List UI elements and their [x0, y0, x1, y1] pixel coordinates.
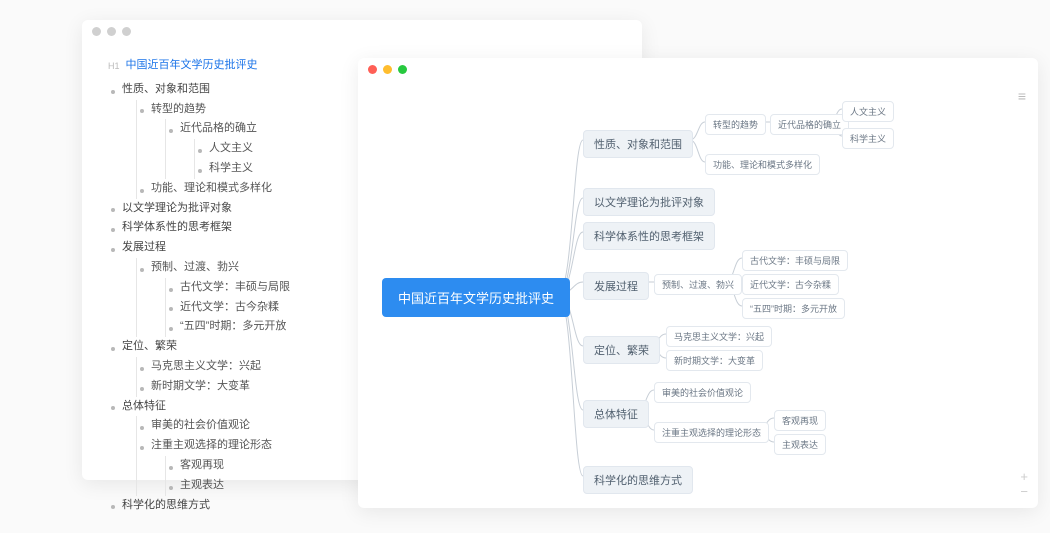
- mindmap-node[interactable]: “五四”时期：多元开放: [742, 298, 845, 319]
- mindmap-canvas[interactable]: ≡ +−: [358, 80, 1038, 508]
- mindmap-node-thinking[interactable]: 科学化的思维方式: [583, 466, 693, 494]
- outline-titlebar: [82, 20, 642, 42]
- traffic-light-min-icon: [107, 27, 116, 36]
- menu-icon[interactable]: ≡: [1018, 88, 1026, 104]
- mindmap-node-position[interactable]: 定位、繁荣: [583, 336, 660, 364]
- traffic-light-close-icon[interactable]: [368, 65, 377, 74]
- mindmap-node[interactable]: 预制、过渡、勃兴: [654, 274, 742, 295]
- mindmap-node-features[interactable]: 总体特征: [583, 400, 649, 428]
- mindmap-node[interactable]: 近代品格的确立: [770, 114, 849, 135]
- mindmap-node-scope[interactable]: 性质、对象和范围: [583, 130, 693, 158]
- mindmap-node[interactable]: 新时期文学：大变革: [666, 350, 763, 371]
- mindmap-node[interactable]: 马克思主义文学：兴起: [666, 326, 772, 347]
- mindmap-node-theory-object[interactable]: 以文学理论为批评对象: [583, 188, 715, 216]
- zoom-controls[interactable]: +−: [1020, 469, 1028, 500]
- mindmap-node[interactable]: 转型的趋势: [705, 114, 766, 135]
- mindmap-node[interactable]: 客观再现: [774, 410, 826, 431]
- mindmap-node[interactable]: 人文主义: [842, 101, 894, 122]
- mindmap-node[interactable]: 科学主义: [842, 128, 894, 149]
- traffic-light-max-icon: [122, 27, 131, 36]
- mindmap-node[interactable]: 功能、理论和模式多样化: [705, 154, 820, 175]
- traffic-light-min-icon[interactable]: [383, 65, 392, 74]
- mindmap-node[interactable]: 审美的社会价值观论: [654, 382, 751, 403]
- mindmap-window: ≡ +−: [358, 58, 1038, 508]
- mindmap-node-framework[interactable]: 科学体系性的思考框架: [583, 222, 715, 250]
- traffic-light-close-icon: [92, 27, 101, 36]
- mindmap-node[interactable]: 注重主观选择的理论形态: [654, 422, 769, 443]
- traffic-light-max-icon[interactable]: [398, 65, 407, 74]
- mindmap-node-process[interactable]: 发展过程: [583, 272, 649, 300]
- mindmap-root-node[interactable]: 中国近百年文学历史批评史: [382, 278, 570, 317]
- heading-level-icon: H1: [108, 58, 120, 74]
- mindmap-node[interactable]: 古代文学：丰硕与局限: [742, 250, 848, 271]
- mindmap-node[interactable]: 近代文学：古今杂糅: [742, 274, 839, 295]
- mindmap-node[interactable]: 主观表达: [774, 434, 826, 455]
- mindmap-titlebar: [358, 58, 1038, 80]
